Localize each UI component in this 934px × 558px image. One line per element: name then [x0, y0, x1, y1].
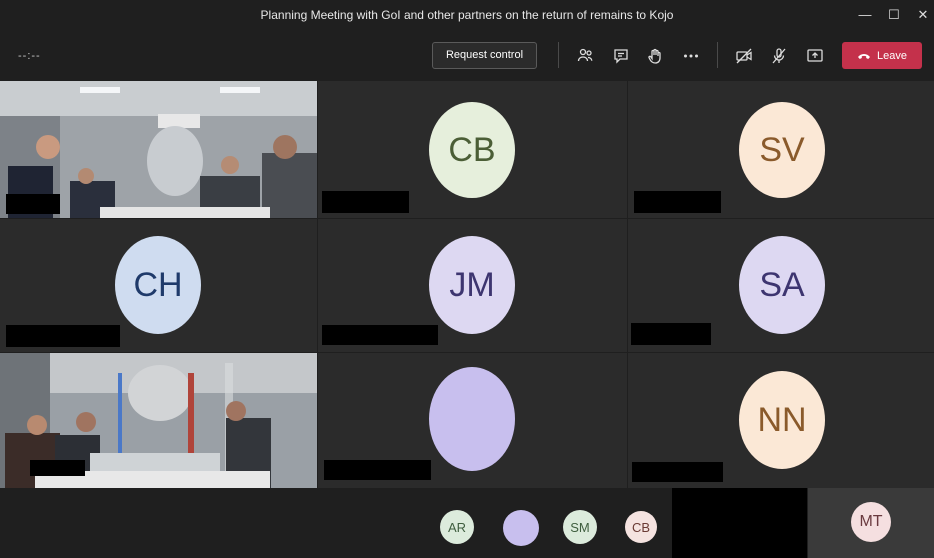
- toolbar-divider: [717, 42, 718, 68]
- more-options-icon[interactable]: [679, 44, 703, 68]
- video-thumbnail-redacted[interactable]: [672, 488, 807, 558]
- name-label-redacted: [6, 194, 60, 214]
- participant-avatar: SA: [739, 236, 825, 334]
- strip-avatar-cb[interactable]: CB: [625, 511, 657, 543]
- leave-button[interactable]: Leave: [842, 42, 922, 69]
- name-label-redacted: [324, 460, 431, 480]
- name-label-redacted: [6, 325, 120, 347]
- name-label-redacted: [631, 323, 711, 345]
- participant-avatar: CH: [115, 236, 201, 334]
- avatar-initials: SM: [570, 519, 590, 535]
- avatar-initials: NN: [757, 400, 807, 439]
- raise-hand-icon[interactable]: [643, 44, 667, 68]
- self-view-tile[interactable]: MT: [808, 488, 934, 558]
- avatar-initials: CB: [631, 519, 651, 535]
- strip-avatar-sm[interactable]: SM: [563, 510, 597, 544]
- meeting-toolbar: --:-- Request control Leave: [0, 30, 934, 81]
- participant-avatar: [429, 367, 515, 471]
- strip-avatar-unnamed[interactable]: [503, 510, 539, 546]
- name-label-redacted: [634, 191, 721, 213]
- avatar-initials: CH: [133, 265, 183, 304]
- participant-avatar: SV: [739, 102, 825, 198]
- avatar-initials: SV: [759, 130, 805, 169]
- avatar-initials: CB: [448, 130, 496, 169]
- strip-avatar-mt: MT: [851, 502, 891, 542]
- avatar-initials: AR: [447, 519, 467, 535]
- camera-off-icon[interactable]: [732, 44, 756, 68]
- name-label-redacted: [632, 462, 723, 482]
- call-timer: --:--: [18, 50, 41, 62]
- strip-avatar-ar[interactable]: AR: [440, 510, 474, 544]
- avatar-initials: MT: [859, 513, 883, 530]
- title-bar: Planning Meeting with GoI and other part…: [0, 0, 934, 30]
- chat-icon[interactable]: [609, 44, 633, 68]
- participant-avatar: NN: [739, 371, 825, 469]
- participants-icon[interactable]: [573, 44, 597, 68]
- leave-label: Leave: [877, 49, 907, 62]
- request-control-button[interactable]: Request control: [432, 42, 537, 69]
- name-label-redacted: [30, 460, 85, 476]
- mic-off-icon[interactable]: [767, 44, 791, 68]
- meeting-title: Planning Meeting with GoI and other part…: [260, 8, 674, 22]
- participant-avatar: CB: [429, 102, 515, 198]
- toolbar-divider: [558, 42, 559, 68]
- name-label-redacted: [322, 191, 409, 213]
- close-window-button[interactable]: ✕: [913, 5, 933, 25]
- name-label-redacted: [322, 325, 438, 345]
- maximize-button[interactable]: ☐: [884, 5, 904, 25]
- participant-avatar: JM: [429, 236, 515, 334]
- minimize-button[interactable]: —: [855, 5, 875, 25]
- phone-hangup-icon: [858, 53, 870, 59]
- avatar-initials: JM: [449, 265, 495, 304]
- share-screen-icon[interactable]: [803, 44, 827, 68]
- avatar-initials: SA: [759, 265, 805, 304]
